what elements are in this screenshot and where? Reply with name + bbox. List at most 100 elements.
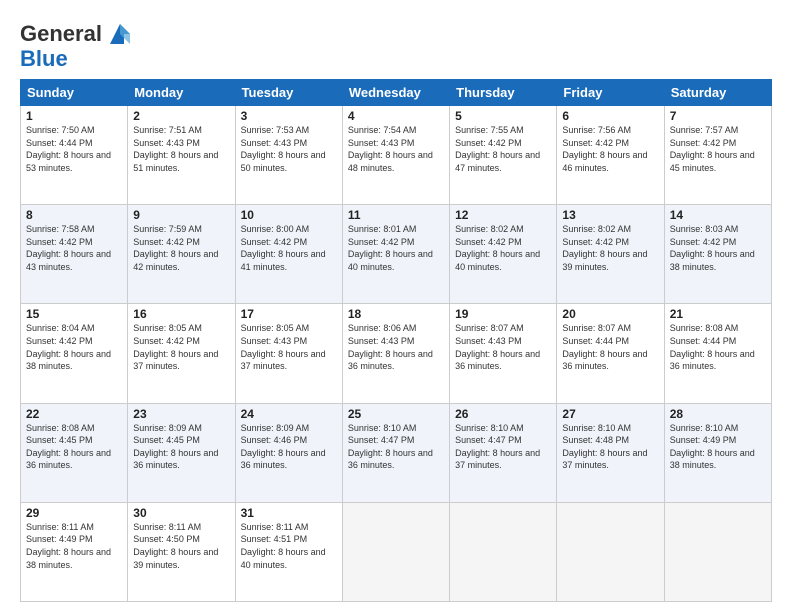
day-detail: Sunrise: 7:50 AMSunset: 4:44 PMDaylight:… (26, 125, 111, 173)
day-number: 11 (348, 208, 444, 222)
calendar-day-31: 31 Sunrise: 8:11 AMSunset: 4:51 PMDaylig… (235, 502, 342, 601)
header-day-sunday: Sunday (21, 80, 128, 106)
calendar-week-5: 29 Sunrise: 8:11 AMSunset: 4:49 PMDaylig… (21, 502, 772, 601)
day-number: 21 (670, 307, 766, 321)
day-detail: Sunrise: 8:10 AMSunset: 4:49 PMDaylight:… (670, 423, 755, 471)
day-detail: Sunrise: 8:00 AMSunset: 4:42 PMDaylight:… (241, 224, 326, 272)
day-number: 23 (133, 407, 229, 421)
calendar-week-3: 15 Sunrise: 8:04 AMSunset: 4:42 PMDaylig… (21, 304, 772, 403)
header-day-saturday: Saturday (664, 80, 771, 106)
day-detail: Sunrise: 8:11 AMSunset: 4:49 PMDaylight:… (26, 522, 111, 570)
day-number: 14 (670, 208, 766, 222)
day-number: 2 (133, 109, 229, 123)
calendar-day-19: 19 Sunrise: 8:07 AMSunset: 4:43 PMDaylig… (450, 304, 557, 403)
calendar-day-8: 8 Sunrise: 7:58 AMSunset: 4:42 PMDayligh… (21, 205, 128, 304)
day-number: 10 (241, 208, 337, 222)
day-detail: Sunrise: 8:08 AMSunset: 4:45 PMDaylight:… (26, 423, 111, 471)
day-detail: Sunrise: 8:05 AMSunset: 4:42 PMDaylight:… (133, 323, 218, 371)
calendar-week-4: 22 Sunrise: 8:08 AMSunset: 4:45 PMDaylig… (21, 403, 772, 502)
calendar-day-12: 12 Sunrise: 8:02 AMSunset: 4:42 PMDaylig… (450, 205, 557, 304)
day-detail: Sunrise: 7:58 AMSunset: 4:42 PMDaylight:… (26, 224, 111, 272)
day-detail: Sunrise: 7:57 AMSunset: 4:42 PMDaylight:… (670, 125, 755, 173)
day-number: 1 (26, 109, 122, 123)
header-day-tuesday: Tuesday (235, 80, 342, 106)
calendar-week-2: 8 Sunrise: 7:58 AMSunset: 4:42 PMDayligh… (21, 205, 772, 304)
day-detail: Sunrise: 8:03 AMSunset: 4:42 PMDaylight:… (670, 224, 755, 272)
day-detail: Sunrise: 7:55 AMSunset: 4:42 PMDaylight:… (455, 125, 540, 173)
day-detail: Sunrise: 7:51 AMSunset: 4:43 PMDaylight:… (133, 125, 218, 173)
day-detail: Sunrise: 7:59 AMSunset: 4:42 PMDaylight:… (133, 224, 218, 272)
calendar-day-25: 25 Sunrise: 8:10 AMSunset: 4:47 PMDaylig… (342, 403, 449, 502)
day-detail: Sunrise: 8:06 AMSunset: 4:43 PMDaylight:… (348, 323, 433, 371)
day-number: 30 (133, 506, 229, 520)
day-number: 28 (670, 407, 766, 421)
day-detail: Sunrise: 8:05 AMSunset: 4:43 PMDaylight:… (241, 323, 326, 371)
day-detail: Sunrise: 8:10 AMSunset: 4:48 PMDaylight:… (562, 423, 647, 471)
calendar-day-7: 7 Sunrise: 7:57 AMSunset: 4:42 PMDayligh… (664, 106, 771, 205)
calendar-table: SundayMondayTuesdayWednesdayThursdayFrid… (20, 79, 772, 602)
calendar-day-23: 23 Sunrise: 8:09 AMSunset: 4:45 PMDaylig… (128, 403, 235, 502)
header-day-friday: Friday (557, 80, 664, 106)
day-detail: Sunrise: 8:02 AMSunset: 4:42 PMDaylight:… (562, 224, 647, 272)
calendar-week-1: 1 Sunrise: 7:50 AMSunset: 4:44 PMDayligh… (21, 106, 772, 205)
calendar-day-empty (342, 502, 449, 601)
day-detail: Sunrise: 8:08 AMSunset: 4:44 PMDaylight:… (670, 323, 755, 371)
logo-text-blue: Blue (20, 46, 68, 71)
day-detail: Sunrise: 8:02 AMSunset: 4:42 PMDaylight:… (455, 224, 540, 272)
day-detail: Sunrise: 7:56 AMSunset: 4:42 PMDaylight:… (562, 125, 647, 173)
day-number: 22 (26, 407, 122, 421)
day-detail: Sunrise: 8:07 AMSunset: 4:44 PMDaylight:… (562, 323, 647, 371)
day-detail: Sunrise: 8:01 AMSunset: 4:42 PMDaylight:… (348, 224, 433, 272)
calendar-day-14: 14 Sunrise: 8:03 AMSunset: 4:42 PMDaylig… (664, 205, 771, 304)
calendar-day-16: 16 Sunrise: 8:05 AMSunset: 4:42 PMDaylig… (128, 304, 235, 403)
day-number: 19 (455, 307, 551, 321)
page: General Blue SundayMondayTuesdayWednesda… (0, 0, 792, 612)
calendar-day-20: 20 Sunrise: 8:07 AMSunset: 4:44 PMDaylig… (557, 304, 664, 403)
day-number: 17 (241, 307, 337, 321)
calendar-day-26: 26 Sunrise: 8:10 AMSunset: 4:47 PMDaylig… (450, 403, 557, 502)
header-day-thursday: Thursday (450, 80, 557, 106)
day-number: 8 (26, 208, 122, 222)
day-number: 31 (241, 506, 337, 520)
calendar-day-5: 5 Sunrise: 7:55 AMSunset: 4:42 PMDayligh… (450, 106, 557, 205)
day-detail: Sunrise: 8:11 AMSunset: 4:50 PMDaylight:… (133, 522, 218, 570)
day-number: 7 (670, 109, 766, 123)
calendar-day-15: 15 Sunrise: 8:04 AMSunset: 4:42 PMDaylig… (21, 304, 128, 403)
calendar-day-10: 10 Sunrise: 8:00 AMSunset: 4:42 PMDaylig… (235, 205, 342, 304)
calendar-day-9: 9 Sunrise: 7:59 AMSunset: 4:42 PMDayligh… (128, 205, 235, 304)
calendar-day-empty (557, 502, 664, 601)
calendar-day-4: 4 Sunrise: 7:54 AMSunset: 4:43 PMDayligh… (342, 106, 449, 205)
logo-icon (106, 20, 134, 48)
day-number: 16 (133, 307, 229, 321)
calendar-day-11: 11 Sunrise: 8:01 AMSunset: 4:42 PMDaylig… (342, 205, 449, 304)
calendar-day-17: 17 Sunrise: 8:05 AMSunset: 4:43 PMDaylig… (235, 304, 342, 403)
day-detail: Sunrise: 8:07 AMSunset: 4:43 PMDaylight:… (455, 323, 540, 371)
day-number: 4 (348, 109, 444, 123)
day-number: 6 (562, 109, 658, 123)
calendar-day-29: 29 Sunrise: 8:11 AMSunset: 4:49 PMDaylig… (21, 502, 128, 601)
day-number: 25 (348, 407, 444, 421)
day-detail: Sunrise: 8:09 AMSunset: 4:46 PMDaylight:… (241, 423, 326, 471)
header-day-wednesday: Wednesday (342, 80, 449, 106)
logo: General Blue (20, 20, 134, 71)
day-detail: Sunrise: 8:11 AMSunset: 4:51 PMDaylight:… (241, 522, 326, 570)
calendar-body: 1 Sunrise: 7:50 AMSunset: 4:44 PMDayligh… (21, 106, 772, 602)
calendar-day-30: 30 Sunrise: 8:11 AMSunset: 4:50 PMDaylig… (128, 502, 235, 601)
calendar-day-27: 27 Sunrise: 8:10 AMSunset: 4:48 PMDaylig… (557, 403, 664, 502)
calendar-day-22: 22 Sunrise: 8:08 AMSunset: 4:45 PMDaylig… (21, 403, 128, 502)
day-number: 27 (562, 407, 658, 421)
calendar-day-3: 3 Sunrise: 7:53 AMSunset: 4:43 PMDayligh… (235, 106, 342, 205)
day-number: 24 (241, 407, 337, 421)
calendar-day-13: 13 Sunrise: 8:02 AMSunset: 4:42 PMDaylig… (557, 205, 664, 304)
day-detail: Sunrise: 8:09 AMSunset: 4:45 PMDaylight:… (133, 423, 218, 471)
calendar-day-18: 18 Sunrise: 8:06 AMSunset: 4:43 PMDaylig… (342, 304, 449, 403)
day-number: 5 (455, 109, 551, 123)
day-number: 3 (241, 109, 337, 123)
day-detail: Sunrise: 8:10 AMSunset: 4:47 PMDaylight:… (455, 423, 540, 471)
day-number: 26 (455, 407, 551, 421)
day-number: 18 (348, 307, 444, 321)
calendar-day-28: 28 Sunrise: 8:10 AMSunset: 4:49 PMDaylig… (664, 403, 771, 502)
day-detail: Sunrise: 7:53 AMSunset: 4:43 PMDaylight:… (241, 125, 326, 173)
calendar-day-24: 24 Sunrise: 8:09 AMSunset: 4:46 PMDaylig… (235, 403, 342, 502)
day-number: 29 (26, 506, 122, 520)
